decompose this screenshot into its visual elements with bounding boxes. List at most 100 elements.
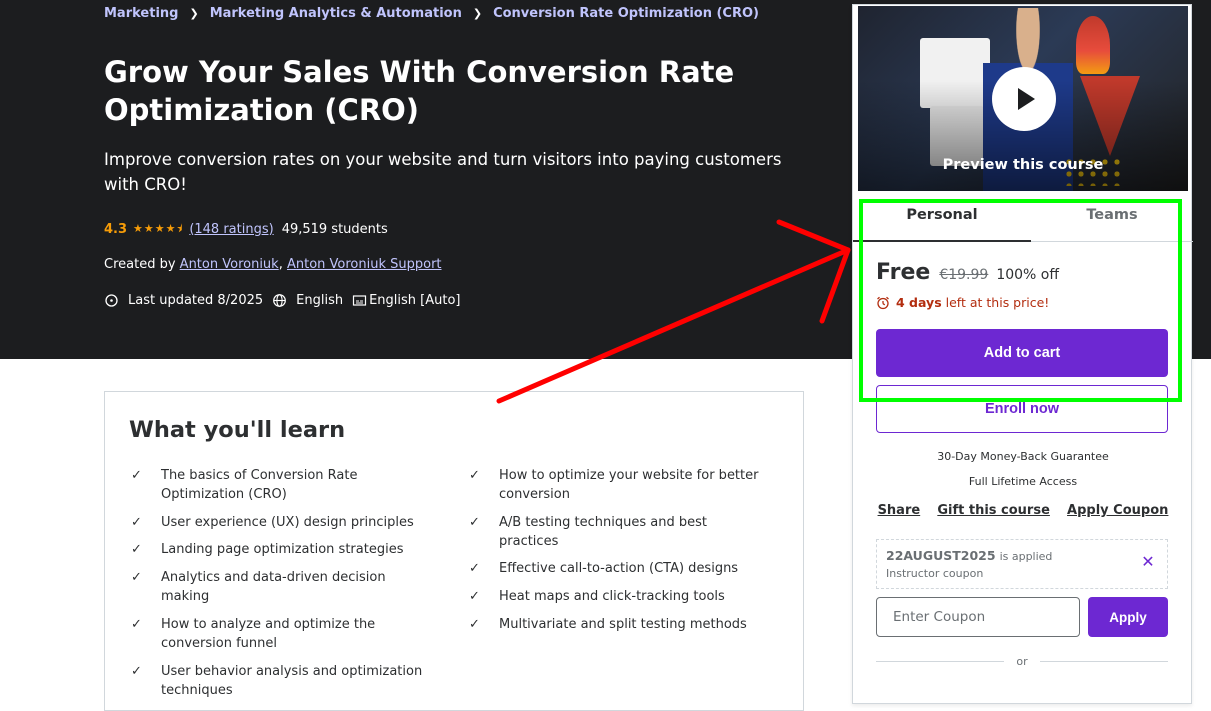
last-updated: Last updated 8/2025: [104, 293, 263, 308]
add-to-cart-button[interactable]: Add to cart: [876, 329, 1168, 377]
learn-column-left: ✓ The basics of Conversion Rate Optimizat…: [129, 466, 429, 700]
applied-coupon: 22AUGUST2025 is applied Instructor coupo…: [876, 539, 1168, 589]
learn-item: ✓ How to optimize your website for better…: [467, 466, 767, 504]
learn-title: What you'll learn: [129, 417, 346, 443]
alert-badge-icon: [104, 293, 119, 308]
learn-item: ✓ Multivariate and split testing methods: [467, 615, 767, 634]
learn-item: ✓ Landing page optimization strategies: [129, 540, 429, 559]
gift-course-link[interactable]: Gift this course: [937, 503, 1050, 518]
money-back-guarantee: 30-Day Money-Back Guarantee: [937, 450, 1109, 463]
lifetime-access: Full Lifetime Access: [968, 475, 1078, 488]
divider-line: [1039, 660, 1169, 662]
divider-line: [876, 660, 1005, 662]
discount-percent: 100% off: [996, 267, 1059, 283]
rating-row: 4.3 ★★★★⯨ (148 ratings) 49,519 students: [104, 220, 388, 238]
language-text: English: [296, 292, 344, 308]
learn-item-text: How to optimize your website for better …: [499, 468, 759, 502]
breadcrumb-item-cro[interactable]: Conversion Rate Optimization (CRO): [493, 6, 759, 21]
learn-item: ✓ User experience (UX) design principles: [129, 513, 429, 532]
check-icon: ✓: [131, 617, 142, 632]
check-icon: ✓: [131, 515, 142, 530]
coupon-code-row: 22AUGUST2025 is applied: [886, 548, 1052, 563]
discount-timer: 4 days left at this price!: [876, 295, 1049, 310]
students-count: 49,519 students: [281, 221, 388, 237]
learn-item: ✓ User behavior analysis and optimization…: [129, 662, 429, 700]
learn-item: ✓ How to analyze and optimize the convers…: [129, 615, 429, 653]
close-icon[interactable]: ✕: [1141, 554, 1155, 570]
what-you-will-learn: What you'll learn ✓ The basics of Convers…: [104, 391, 804, 711]
learn-item-text: Landing page optimization strategies: [161, 542, 404, 557]
learn-item-text: The basics of Conversion Rate Optimizati…: [161, 468, 358, 502]
check-icon: ✓: [469, 515, 480, 530]
course-meta-row: Last updated 8/2025 English English [Aut…: [104, 291, 470, 309]
apply-coupon-button[interactable]: Apply: [1088, 597, 1168, 637]
star-rating-icon: ★★★★⯨: [133, 221, 184, 235]
current-price: Free: [876, 260, 931, 285]
learn-item-text: Effective call-to-action (CTA) designs: [499, 561, 739, 576]
rating-value: 4.3: [104, 221, 128, 237]
apply-coupon-link[interactable]: Apply Coupon: [1067, 503, 1168, 518]
coupon-applied-text: is applied: [999, 550, 1053, 563]
chevron-right-icon: ❯: [472, 6, 483, 20]
learn-item: ✓ Heat maps and click-tracking tools: [467, 587, 767, 606]
learn-item-text: User behavior analysis and optimization …: [161, 664, 423, 698]
purchase-tabs: Personal Teams: [853, 199, 1193, 242]
learn-column-right: ✓ How to optimize your website for better…: [467, 466, 767, 634]
breadcrumb-item-analytics[interactable]: Marketing Analytics & Automation: [210, 6, 462, 21]
tab-personal[interactable]: Personal: [853, 199, 1031, 242]
instructor-link-2[interactable]: Anton Voroniuk Support: [287, 257, 442, 272]
or-text: or: [1016, 654, 1028, 668]
ratings-link[interactable]: (148 ratings): [189, 222, 273, 237]
captions: English [Auto]: [352, 292, 461, 308]
course-preview-video[interactable]: Preview this course: [858, 6, 1188, 191]
learn-item-text: How to analyze and optimize the conversi…: [161, 617, 376, 651]
learn-item-text: Heat maps and click-tracking tools: [499, 589, 725, 604]
learn-item: ✓ A/B testing techniques and best practic…: [467, 513, 767, 551]
learn-item-text: Analytics and data-driven decision makin…: [161, 570, 386, 604]
check-icon: ✓: [131, 468, 142, 483]
breadcrumb-item-marketing[interactable]: Marketing: [104, 6, 178, 21]
timer-days: 4 days: [896, 295, 942, 310]
coupon-type: Instructor coupon: [886, 567, 984, 580]
check-icon: ✓: [469, 468, 480, 483]
captions-text: English [Auto]: [369, 292, 461, 308]
last-updated-text: Last updated 8/2025: [128, 292, 264, 308]
check-icon: ✓: [469, 617, 480, 632]
created-by-label: Created by: [104, 257, 176, 272]
preview-course-label[interactable]: Preview this course: [858, 157, 1188, 173]
enroll-now-button[interactable]: Enroll now: [876, 385, 1168, 433]
tab-teams[interactable]: Teams: [1031, 199, 1193, 242]
original-price: €19.99: [939, 267, 989, 283]
coupon-input[interactable]: [876, 597, 1080, 637]
purchase-card: Preview this course Personal Teams Free …: [852, 4, 1193, 704]
check-icon: ✓: [131, 664, 142, 679]
language: English: [272, 293, 343, 308]
check-icon: ✓: [469, 561, 480, 576]
learn-item: ✓ The basics of Conversion Rate Optimizat…: [129, 466, 429, 504]
chevron-right-icon: ❯: [189, 6, 199, 20]
play-icon[interactable]: [992, 67, 1056, 131]
learn-item: ✓ Analytics and data-driven decision maki…: [129, 568, 429, 606]
instructor-link-1[interactable]: Anton Voroniuk: [180, 257, 279, 272]
globe-icon: [272, 293, 287, 308]
created-by-row: Created by Anton Voroniuk, Anton Voroniu…: [104, 256, 442, 274]
check-icon: ✓: [469, 589, 480, 604]
price-row: Free €19.99 100% off: [876, 260, 1059, 285]
alarm-clock-icon: [876, 296, 890, 310]
share-link[interactable]: Share: [878, 503, 921, 518]
check-icon: ✓: [131, 570, 142, 585]
check-icon: ✓: [131, 542, 142, 557]
learn-item: ✓ Effective call-to-action (CTA) designs: [467, 559, 767, 578]
closed-captions-icon: [352, 293, 367, 308]
breadcrumb: Marketing ❯ Marketing Analytics & Automa…: [104, 4, 759, 22]
instructor-separator: ,: [278, 257, 283, 272]
card-links: Share Gift this course Apply Coupon: [853, 503, 1193, 518]
learn-item-text: User experience (UX) design principles: [161, 515, 414, 530]
course-title: Grow Your Sales With Conversion Rate Opt…: [104, 55, 735, 127]
learn-item-text: Multivariate and split testing methods: [499, 617, 747, 632]
course-subtitle: Improve conversion rates on your website…: [104, 150, 782, 194]
coupon-code: 22AUGUST2025: [886, 548, 996, 563]
learn-item-text: A/B testing techniques and best practice…: [499, 515, 707, 549]
timer-suffix: left at this price!: [945, 295, 1050, 310]
or-divider: or: [876, 654, 1169, 668]
